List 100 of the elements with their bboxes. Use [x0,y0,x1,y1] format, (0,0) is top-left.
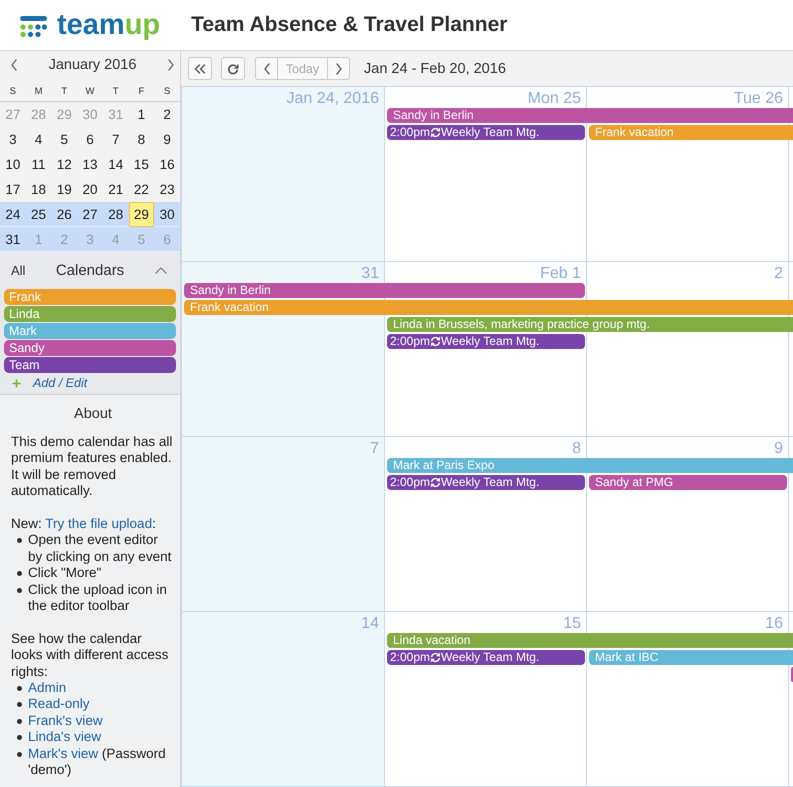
repeat-icon [430,127,442,138]
event-bar[interactable]: 2:00pm Weekly Team Mtg. [387,125,585,140]
refresh-button[interactable] [221,57,245,80]
bullet-icon [17,718,22,724]
date-cell[interactable]: 17 [0,177,26,202]
weekday-label: S [8,85,18,99]
list-item: Open the event editor by clicking on any event [28,532,172,566]
previous-button[interactable] [255,57,278,80]
date-cell[interactable]: 10 [0,152,26,177]
repeat-icon [430,652,442,663]
bullet-icon [17,686,22,692]
bullet-icon [17,588,22,593]
event-bar[interactable]: Sandy in Berlin [387,108,793,123]
date-cell[interactable]: 19 [51,177,78,202]
plus-icon [12,378,21,388]
double-chevron-left-icon [194,64,206,74]
text-link[interactable]: Mark's view [28,746,98,761]
weekday-label: S [162,85,172,99]
chevron-left-icon [262,62,270,74]
calendar-item[interactable]: Sandy [4,340,176,356]
next-button[interactable] [327,57,350,80]
date-cell[interactable]: 22 [128,177,154,202]
bullet-icon [17,735,22,740]
weekday-label: T [60,85,68,99]
chevron-left-icon[interactable] [10,59,18,71]
event-bar[interactable]: Sandy at PMG [589,475,787,490]
date-label: 9 [774,439,784,458]
date-cell[interactable]: 28 [102,202,129,227]
bullet-icon [17,752,22,757]
event-bar[interactable]: 2:00pm Weekly Team Mtg. [387,650,585,665]
date-cell[interactable]: 15 [128,152,154,177]
event-bar[interactable]: Sandy in Berlin [184,283,585,298]
date-cell[interactable]: 6 [77,127,103,152]
date-cell[interactable]: 8 [128,127,154,152]
date-cell[interactable]: 9 [154,127,180,152]
chevron-right-icon [334,62,342,74]
logo-icon [20,16,47,36]
about-title: About [73,405,113,423]
date-cell[interactable]: 18 [26,177,52,202]
date-cell[interactable]: 26 [51,202,78,227]
date-cell[interactable]: 23 [154,177,180,202]
date-label: Tue 26 [734,89,784,108]
list-item: Click the upload icon in the editor toolbar [28,582,168,614]
refresh-icon [227,62,239,74]
date-cell[interactable]: 21 [102,177,129,202]
date-cell[interactable]: 13 [77,152,103,177]
section-title: Calendars [56,262,124,278]
weekday-label: F [138,85,146,99]
date-label: 2 [774,264,784,283]
text-link[interactable]: Admin [28,680,66,696]
repeat-icon [430,477,442,488]
date-cell[interactable]: 1 [128,102,154,127]
date-cell[interactable]: 4 [26,127,52,152]
date-label: 7 [370,439,380,458]
date-cell[interactable]: 3 [0,127,26,152]
month-label: January 2016 [48,57,136,73]
date-label: Jan 24, 2016 [286,89,380,108]
bullet-icon [17,702,22,708]
date-cell[interactable]: 20 [77,177,103,202]
chevron-right-icon[interactable] [167,59,175,71]
list-item: Click "More" [28,565,102,582]
repeat-icon [430,336,442,347]
date-cell[interactable]: 25 [26,202,52,227]
date-cell[interactable]: 16 [154,152,180,177]
text-link[interactable]: Read-only [28,696,90,713]
all-toggle[interactable]: All [11,262,26,278]
text-link[interactable]: Linda's view [28,729,102,746]
date-cell[interactable]: 24 [0,202,26,227]
date-label: 15 [563,614,582,633]
bullet-icon [17,571,22,576]
date-cell[interactable]: 11 [26,152,52,177]
chevron-up-icon[interactable] [155,266,167,274]
collapse-button[interactable] [188,57,212,80]
date-cell[interactable]: 14 [102,152,129,177]
calendar-item[interactable]: Team [4,357,176,373]
add-edit-link[interactable]: Add / Edit [4,375,176,391]
date-cell[interactable]: 12 [51,152,78,177]
weekday-label: T [112,85,120,99]
about-text: See how the calendar looks with different access rights: [11,630,170,680]
text-link[interactable]: Frank's view [28,712,103,730]
event-bar[interactable]: 2:00pm Weekly Team Mtg. [387,334,585,349]
event-bar[interactable]: 2:00pm Weekly Team Mtg. [387,475,585,490]
date-cell[interactable]: 29 [128,202,154,227]
date-range: Jan 24 - Feb 20, 2016 [364,60,506,76]
date-label: Mon 25 [528,89,582,108]
weekday-label: M [34,85,44,99]
date-cell[interactable]: 27 [77,202,103,227]
date-cell[interactable]: 7 [102,127,129,152]
list-item: Mark's view (Password 'demo') [28,746,167,778]
date-cell[interactable]: 2 [154,102,180,127]
about-text: New: Try the file upload: [11,516,157,532]
date-cell[interactable]: 31 [0,227,26,252]
date-label: Feb 1 [540,264,582,283]
date-cell[interactable]: 30 [154,202,180,227]
text-link[interactable]: Try the file upload [45,516,152,532]
date-label: 14 [361,614,380,633]
weekday-label: W [84,85,96,99]
about-text: This demo calendar has all premium features enabled. It will be removed automatically. [11,434,174,500]
app-title: Team Absence & Travel Planner [191,13,508,37]
date-cell[interactable]: 5 [51,127,78,152]
